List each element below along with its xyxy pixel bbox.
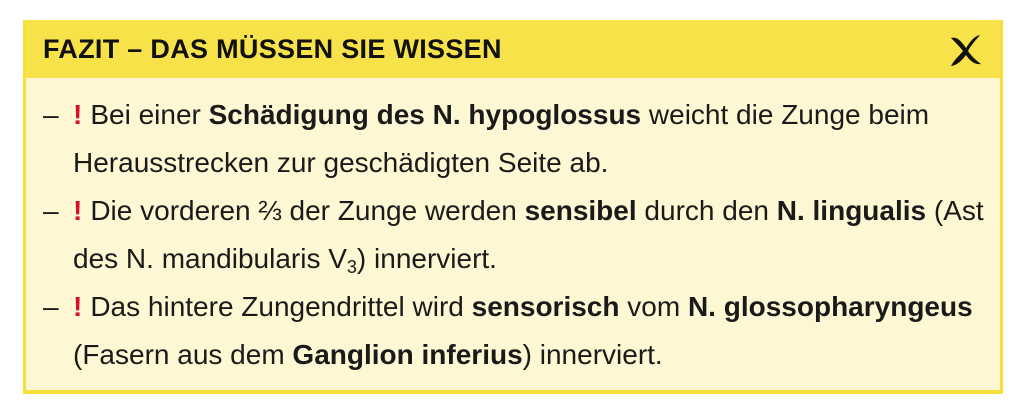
exclamation-icon: !	[73, 291, 83, 322]
list-item-text: ! Das hintere Zungendrittel wird sensoris…	[73, 283, 990, 379]
list-dash: –	[43, 195, 59, 226]
bold-term: N. lin­gualis	[776, 195, 927, 226]
box-header: FAZIT – DAS MÜSSEN SIE WISSEN	[26, 20, 1000, 78]
summary-list: – ! Bei einer Schädigung des N. hypogloss…	[26, 78, 1000, 379]
bold-term: sensibel	[524, 195, 637, 226]
list-dash: –	[43, 291, 59, 322]
list-item-text: ! Bei einer Schädigung des N. hypoglossus…	[73, 91, 990, 187]
list-dash: –	[43, 99, 59, 130]
exclamation-icon: !	[73, 99, 83, 130]
bold-term: sensorisch	[471, 291, 620, 322]
text-segment: ) innerviert.	[522, 339, 663, 370]
list-item-text: ! Die vorderen ⅔ der Zunge werden sensibe…	[73, 187, 990, 283]
bold-term: Ganglion inferius	[292, 339, 523, 370]
bold-term: N. glossopha­ryngeus	[687, 291, 973, 322]
list-item: – ! Die vorderen ⅔ der Zunge werden sensi…	[43, 187, 990, 283]
tick-cross-icon	[951, 35, 981, 66]
text-segment: Bei einer	[90, 99, 209, 130]
text-segment: durch den	[636, 195, 777, 226]
text-segment: Die vorderen ⅔ der Zunge werden	[90, 195, 525, 226]
exclamation-icon: !	[73, 195, 83, 226]
fazit-box: FAZIT – DAS MÜSSEN SIE WISSEN – ! Bei ein…	[23, 20, 1003, 394]
text-segment: (Fasern aus dem	[73, 339, 293, 370]
text-segment: vom	[619, 291, 688, 322]
bold-term: Schädigung des N. hypoglossus	[208, 99, 642, 130]
list-item: – ! Das hintere Zungendrittel wird sensor…	[43, 283, 990, 379]
box-title: FAZIT – DAS MÜSSEN SIE WISSEN	[43, 33, 502, 64]
subscript: 3	[346, 257, 357, 277]
list-item: – ! Bei einer Schädigung des N. hypogloss…	[43, 91, 990, 187]
text-segment: Das hintere Zungendrittel wird	[90, 291, 472, 322]
text-segment: ) innerviert.	[356, 243, 497, 274]
